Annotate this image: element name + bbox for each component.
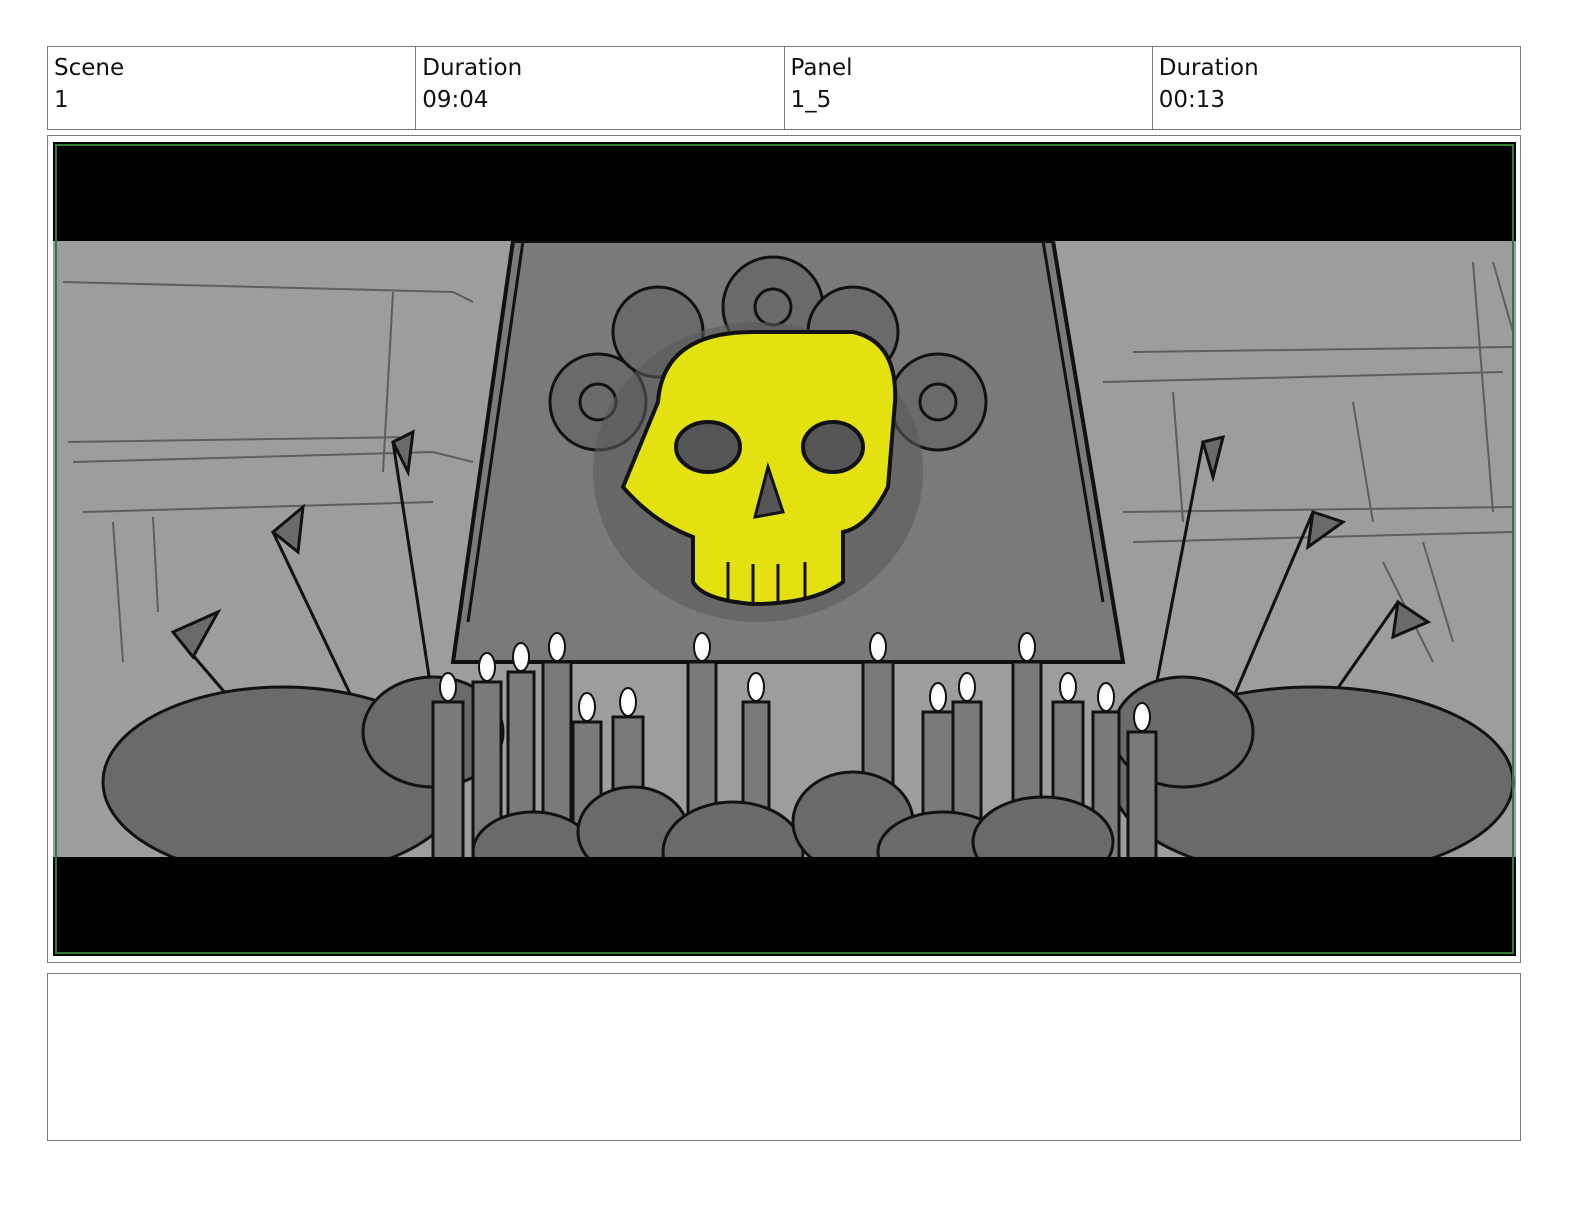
scene-value: 1 bbox=[54, 87, 69, 113]
scene-duration-label: Duration bbox=[422, 55, 523, 81]
skull-left-eye bbox=[674, 420, 742, 474]
panel-cell: Panel 1_5 bbox=[783, 47, 1152, 129]
scene-cell: Scene 1 bbox=[48, 47, 415, 129]
shrine-sketch-image bbox=[53, 142, 1516, 956]
panel-duration-cell: Duration 00:13 bbox=[1151, 47, 1520, 129]
panel-notes-box[interactable] bbox=[47, 973, 1521, 1141]
panel-artwork bbox=[53, 142, 1516, 956]
panel-duration-value: 00:13 bbox=[1158, 87, 1226, 113]
storyboard-panel bbox=[47, 135, 1521, 963]
skull-right-eye bbox=[801, 420, 865, 474]
letterbox-bottom bbox=[53, 857, 1516, 956]
panel-info-header: Scene 1 Duration 09:04 Panel 1_5 Duratio… bbox=[47, 46, 1521, 130]
panel-value: 1_5 bbox=[790, 87, 832, 113]
letterbox-top bbox=[53, 142, 1516, 241]
panel-duration-label: Duration bbox=[1158, 55, 1259, 81]
scene-duration-cell: Duration 09:04 bbox=[415, 47, 783, 129]
panel-label: Panel bbox=[790, 55, 853, 81]
scene-duration-value: 09:04 bbox=[422, 87, 489, 113]
scene-label: Scene bbox=[54, 55, 125, 81]
